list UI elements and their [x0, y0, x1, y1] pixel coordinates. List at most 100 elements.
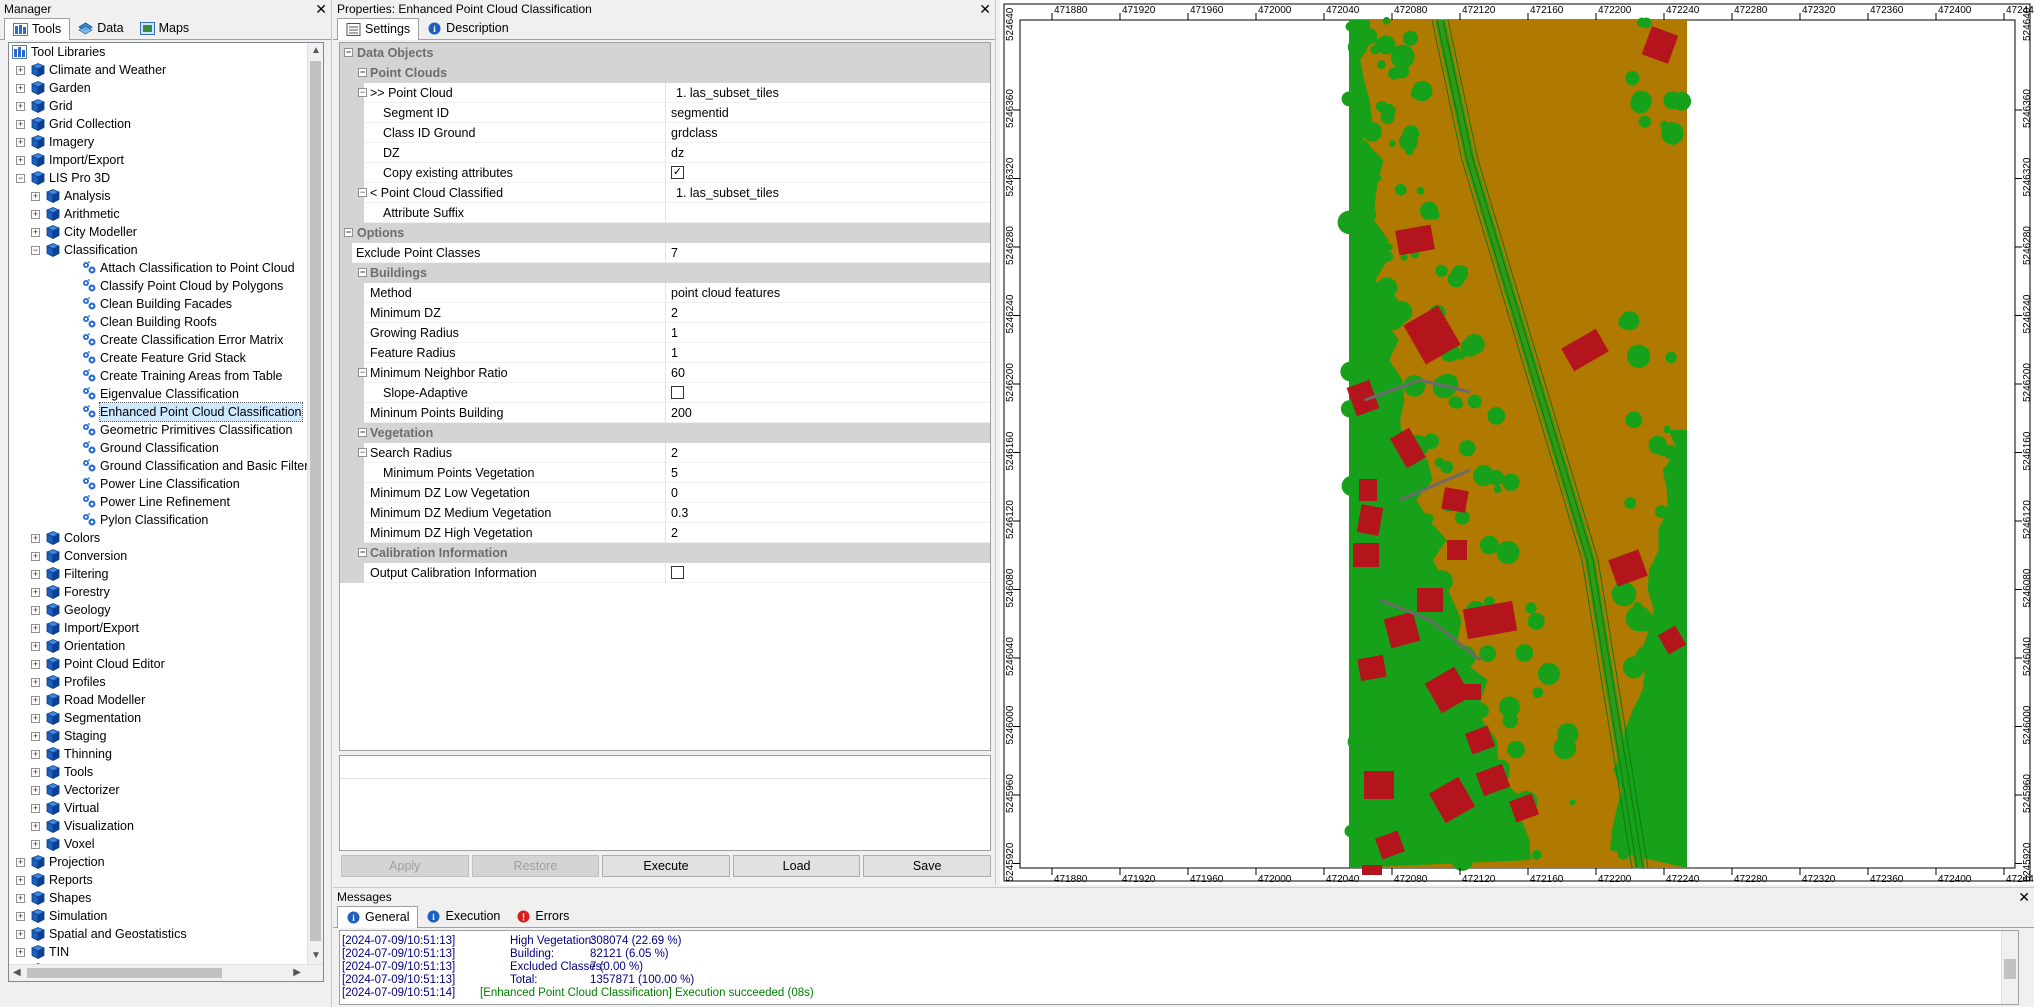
expand-icon[interactable]: +: [16, 84, 25, 93]
category-collapse-icon[interactable]: −: [344, 48, 353, 57]
tree-tool-item[interactable]: Ground Classification and Basic Filterin…: [9, 457, 323, 475]
tree-tool-item[interactable]: Clean Building Roofs: [9, 313, 323, 331]
expand-icon[interactable]: +: [16, 120, 25, 129]
tree-hscroll-thumb[interactable]: [27, 968, 222, 978]
tree-library-item[interactable]: + Filtering: [9, 565, 323, 583]
property-category[interactable]: − Buildings: [340, 263, 990, 283]
property-row[interactable]: − Search Radius 2: [340, 443, 990, 463]
tab-errors[interactable]: ! Errors: [508, 906, 577, 927]
expand-icon[interactable]: +: [31, 786, 40, 795]
expand-icon[interactable]: +: [31, 678, 40, 687]
expand-icon[interactable]: +: [31, 750, 40, 759]
tree-tool-item[interactable]: Geometric Primitives Classification: [9, 421, 323, 439]
message-log[interactable]: [2024-07-09/10:51:13] High Vegetation: 308…: [339, 930, 2019, 1005]
tree-library-item[interactable]: + Analysis: [9, 187, 323, 205]
property-value[interactable]: 2: [665, 443, 990, 463]
expand-icon[interactable]: +: [31, 642, 40, 651]
property-value[interactable]: ✓: [665, 163, 990, 183]
tree-library-item[interactable]: + Imagery: [9, 133, 323, 151]
tree-tool-item[interactable]: Create Classification Error Matrix: [9, 331, 323, 349]
property-category[interactable]: − Data Objects: [340, 43, 990, 63]
property-row[interactable]: − >> Point Cloud 1. las_subset_tiles: [340, 83, 990, 103]
tree-library-item[interactable]: + Voxel: [9, 835, 323, 853]
property-value[interactable]: grdclass: [665, 123, 990, 143]
tree-library-item[interactable]: + Segmentation: [9, 709, 323, 727]
scroll-down-icon[interactable]: ▼: [311, 950, 321, 961]
restore-button[interactable]: Restore: [471, 855, 600, 877]
category-collapse-icon[interactable]: −: [358, 268, 367, 277]
expand-icon[interactable]: +: [16, 894, 25, 903]
tree-tool-item[interactable]: Eigenvalue Classification: [9, 385, 323, 403]
expand-icon[interactable]: +: [31, 714, 40, 723]
expand-icon[interactable]: +: [31, 570, 40, 579]
property-row[interactable]: Minimum DZ 2: [340, 303, 990, 323]
tab-description[interactable]: i Description: [419, 18, 517, 39]
tree-horizontal-scrollbar[interactable]: ◀ ▶: [9, 964, 323, 981]
tree-library-item[interactable]: + Simulation: [9, 907, 323, 925]
tree-tool-item[interactable]: Ground Classification: [9, 439, 323, 457]
expand-icon[interactable]: +: [16, 66, 25, 75]
property-row[interactable]: − Minimum Neighbor Ratio 60: [340, 363, 990, 383]
tree-library-item[interactable]: + Grid Collection: [9, 115, 323, 133]
tab-tools[interactable]: Tools: [4, 18, 71, 40]
tree-library-item[interactable]: + Import/Export: [9, 619, 323, 637]
expand-icon[interactable]: +: [31, 228, 40, 237]
property-value[interactable]: segmentid: [665, 103, 990, 123]
tree-library-item[interactable]: − LIS Pro 3D: [9, 169, 323, 187]
property-row[interactable]: Minimum DZ Low Vegetation 0: [340, 483, 990, 503]
property-row[interactable]: Method point cloud features: [340, 283, 990, 303]
map-view[interactable]: 471880 471880 471920 471920 471960 471960 4720…: [1000, 0, 2034, 885]
property-row[interactable]: Mininum Points Building 200: [340, 403, 990, 423]
expand-icon[interactable]: +: [31, 822, 40, 831]
tree-library-item[interactable]: + Tools: [9, 763, 323, 781]
tree-library-item[interactable]: + Garden: [9, 79, 323, 97]
tree-library-item[interactable]: + Grid: [9, 97, 323, 115]
expand-icon[interactable]: +: [16, 102, 25, 111]
expand-icon[interactable]: +: [31, 606, 40, 615]
tab-maps[interactable]: Maps: [132, 18, 198, 39]
manager-close-icon[interactable]: ✕: [315, 0, 327, 18]
expand-icon[interactable]: +: [31, 660, 40, 669]
tree-tool-item[interactable]: Power Line Refinement: [9, 493, 323, 511]
checkbox-unchecked[interactable]: [671, 386, 684, 400]
property-value[interactable]: 0: [665, 483, 990, 503]
property-row[interactable]: Feature Radius 1: [340, 343, 990, 363]
tree-library-item[interactable]: + Conversion: [9, 547, 323, 565]
property-collapse-icon[interactable]: −: [358, 188, 367, 197]
property-grid[interactable]: − Data Objects − Point Clouds − >> Point Clou…: [339, 42, 991, 751]
tree-library-item[interactable]: + Geology: [9, 601, 323, 619]
property-row[interactable]: − < Point Cloud Classified 1. las_subset_t…: [340, 183, 990, 203]
expand-icon[interactable]: +: [31, 624, 40, 633]
tree-library-item[interactable]: − Classification: [9, 241, 323, 259]
tree-tool-item[interactable]: Power Line Classification: [9, 475, 323, 493]
tree-library-item[interactable]: + TIN: [9, 943, 323, 961]
map-canvas[interactable]: 471880 471880 471920 471920 471960 471960 4720…: [1000, 0, 2034, 885]
tab-general[interactable]: i General: [337, 906, 419, 928]
tree-scroll-thumb[interactable]: [310, 61, 321, 941]
expand-icon[interactable]: +: [16, 948, 25, 957]
property-row[interactable]: Minimum DZ High Vegetation 2: [340, 523, 990, 543]
property-value[interactable]: 1: [665, 343, 990, 363]
property-value[interactable]: 1. las_subset_tiles: [665, 83, 990, 103]
property-collapse-icon[interactable]: −: [358, 448, 367, 457]
expand-icon[interactable]: +: [16, 876, 25, 885]
property-row[interactable]: Attribute Suffix: [340, 203, 990, 223]
tree-library-item[interactable]: + Arithmetic: [9, 205, 323, 223]
tree-tool-item[interactable]: Enhanced Point Cloud Classification: [9, 402, 323, 422]
tree-tool-item[interactable]: Clean Building Facades: [9, 295, 323, 313]
category-collapse-icon[interactable]: −: [358, 428, 367, 437]
save-button[interactable]: Save: [863, 855, 991, 877]
property-category[interactable]: − Calibration Information: [340, 543, 990, 563]
property-row[interactable]: Exclude Point Classes 7: [340, 243, 990, 263]
tree-library-item[interactable]: + Point Cloud Editor: [9, 655, 323, 673]
tree-tool-item[interactable]: Classify Point Cloud by Polygons: [9, 277, 323, 295]
tool-tree[interactable]: Tool Libraries + Climate and Weather + Garde…: [8, 42, 324, 982]
expand-icon[interactable]: +: [31, 840, 40, 849]
tree-tool-item[interactable]: Pylon Classification: [9, 511, 323, 529]
property-row[interactable]: Minimum Points Vegetation 5: [340, 463, 990, 483]
tab-settings[interactable]: Settings: [337, 18, 420, 40]
log-scrollbar[interactable]: [2001, 931, 2018, 1004]
tree-library-item[interactable]: + Visualization: [9, 817, 323, 835]
property-value[interactable]: 2: [665, 523, 990, 543]
expand-icon[interactable]: +: [31, 552, 40, 561]
